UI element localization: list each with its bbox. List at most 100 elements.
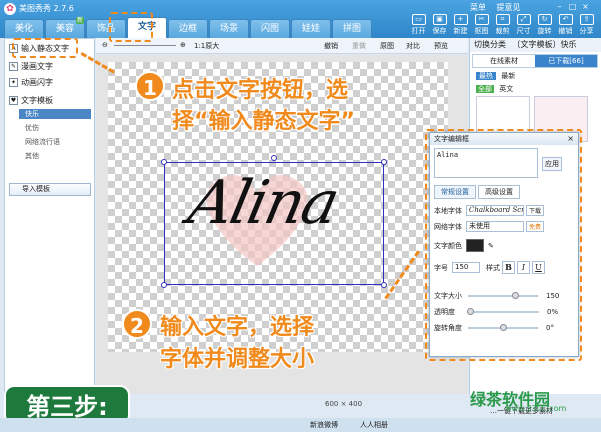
tab-downloaded[interactable]: 已下载[66] [535, 55, 597, 67]
text-template-header[interactable]: ♥ 文字模板 [9, 95, 53, 106]
category-select[interactable]: 〔文字模板〕快乐 [513, 40, 577, 49]
canvas-text[interactable]: Alina [183, 168, 344, 238]
undo-button[interactable]: ↶ 撤销 [555, 14, 576, 36]
save-button[interactable]: ▣ 保存 [429, 14, 450, 36]
new-icon: + [453, 14, 468, 25]
step2-number-badge: 2 [122, 309, 152, 339]
zoom-in-icon[interactable]: ⊕ [180, 41, 186, 49]
template-sub-happy[interactable]: 快乐 [19, 109, 91, 119]
cutout-icon: ✂ [474, 14, 489, 25]
folder-icon: ▭ [411, 14, 426, 25]
new-badge: 新 [75, 17, 84, 24]
tab-beautify[interactable]: 美化 [4, 19, 44, 38]
new-button[interactable]: + 新建 [450, 14, 471, 36]
open-button[interactable]: ▭ 打开 [408, 14, 429, 36]
tab-flash[interactable]: 闪图 [250, 19, 290, 38]
resize-handle[interactable] [161, 159, 167, 165]
highlight-input-static [12, 38, 78, 58]
share-button[interactable]: ⇪ 分享 [576, 14, 597, 36]
original-button[interactable]: 原图 [380, 41, 394, 51]
filter-row: 全部 英文 [476, 84, 516, 94]
tab-newest[interactable]: 最新 [498, 72, 518, 80]
crop-icon: ⌗ [495, 14, 510, 25]
tab-scenes[interactable]: 场景 [209, 19, 249, 38]
minimize-icon[interactable]: – [554, 2, 565, 12]
highlight-text-tab [109, 12, 153, 42]
resize-handle[interactable] [381, 159, 387, 165]
watermark-url: www.33LC.com [505, 404, 567, 413]
share-icon: ⇪ [579, 14, 594, 25]
undo-label: 撤销 [558, 27, 573, 35]
zoom-value: 1:1原大 [194, 42, 220, 50]
step1-line2: 择“输入静态文字” [172, 109, 355, 134]
template-sub-popular[interactable]: 网络流行语 [25, 137, 60, 147]
sort-tabs: 最热 最新 [476, 71, 518, 81]
comic-text-label: 漫画文字 [21, 62, 53, 71]
rotate-button[interactable]: ↻ 旋转 [534, 14, 555, 36]
step1-number-badge: 1 [135, 71, 165, 101]
top-tools: ▭ 打开 ▣ 保存 + 新建 ✂ 抠图 ⌗ 裁剪 ⤢ 尺寸 ↻ 旋转 ↶ 撤销 ⇪ 分享 [408, 14, 597, 36]
template-sub-sad[interactable]: 忧伤 [25, 123, 39, 133]
tab-hot[interactable]: 最热 [476, 72, 496, 80]
share-label: 分享 [579, 27, 594, 35]
animated-text-button[interactable]: ✦ 动画闪字 [9, 77, 53, 88]
cutout-button[interactable]: ✂ 抠图 [471, 14, 492, 36]
left-panel: A 输入静态文字 ✎ 漫画文字 ✦ 动画闪字 ♥ 文字模板 快乐 忧伤 网络流行… [4, 38, 95, 394]
weibo-link[interactable]: 新浪微博 [310, 418, 338, 432]
canvas-undo-button[interactable]: 撤销 [324, 41, 338, 51]
resize-button[interactable]: ⤢ 尺寸 [513, 14, 534, 36]
main-tabs: 美化 美容新 饰品 文字 边框 场景 闪图 娃娃 拼图 [4, 17, 373, 38]
renren-link[interactable]: 人人相册 [360, 418, 388, 432]
canvas-redo-button[interactable]: 重做 [352, 41, 366, 51]
resize-label: 尺寸 [516, 27, 531, 35]
top-links: 菜单 提意见 [470, 2, 529, 13]
filter-english[interactable]: 英文 [496, 85, 516, 93]
new-label: 新建 [453, 27, 468, 35]
canvas-size-label: 600 × 400 [325, 400, 363, 408]
crop-button[interactable]: ⌗ 裁剪 [492, 14, 513, 36]
preview-button[interactable]: 预览 [434, 41, 448, 51]
undo-icon: ↶ [558, 14, 573, 25]
zoom-out-icon[interactable]: ⊖ [102, 41, 108, 49]
feedback-link[interactable]: 提意见 [497, 3, 521, 12]
tab-beauty-label: 美容 [55, 24, 74, 34]
template-sub-other[interactable]: 其他 [25, 151, 39, 161]
rotate-handle[interactable] [271, 155, 277, 161]
animated-text-label: 动画闪字 [21, 78, 53, 87]
step2-line1: 输入文字，选择 [160, 315, 315, 340]
tab-frames[interactable]: 边框 [168, 19, 208, 38]
tab-online[interactable]: 在线素材 [473, 55, 535, 67]
save-icon: ▣ [432, 14, 447, 25]
menu-link[interactable]: 菜单 [470, 3, 486, 12]
text-template-label: 文字模板 [21, 96, 53, 105]
maximize-icon[interactable]: □ [567, 2, 578, 12]
save-label: 保存 [432, 27, 447, 35]
category-bar: 切换分类 〔文字模板〕快乐 [470, 38, 601, 52]
resize-handle[interactable] [381, 282, 387, 288]
zoom-slider[interactable] [114, 45, 176, 46]
step2-line2: 字体并调整大小 [160, 347, 315, 372]
open-label: 打开 [411, 27, 426, 35]
compare-button[interactable]: 对比 [406, 41, 420, 51]
comic-text-button[interactable]: ✎ 漫画文字 [9, 61, 53, 72]
app-title: 美图秀秀 2.7.6 [19, 4, 74, 13]
comic-icon: ✎ [9, 62, 18, 71]
resize-handle[interactable] [161, 282, 167, 288]
rotate-icon: ↻ [537, 14, 552, 25]
filter-all[interactable]: 全部 [476, 85, 494, 93]
title-bar: ✿ 美图秀秀 2.7.6 菜单 提意见 – □ × 美化 美容新 饰品 文字 边… [0, 0, 601, 38]
bottom-bar: 新浪微博 人人相册 …一键下载更多素材 [0, 407, 601, 432]
cutout-label: 抠图 [474, 27, 489, 35]
resize-icon: ⤢ [516, 14, 531, 25]
material-tabs: 在线素材 已下载[66] [472, 54, 598, 68]
highlight-dialog [425, 129, 582, 361]
template-icon: ♥ [9, 96, 18, 105]
category-label: 切换分类 [474, 40, 506, 49]
step1-line1: 点击文字按钮，选 [172, 78, 349, 103]
tab-collage[interactable]: 拼图 [332, 19, 372, 38]
tab-beauty[interactable]: 美容新 [45, 17, 85, 38]
tab-dolls[interactable]: 娃娃 [291, 19, 331, 38]
close-icon[interactable]: × [580, 2, 591, 12]
app-logo-icon: ✿ [4, 3, 16, 15]
import-template-button[interactable]: 导入模板 [9, 183, 91, 196]
